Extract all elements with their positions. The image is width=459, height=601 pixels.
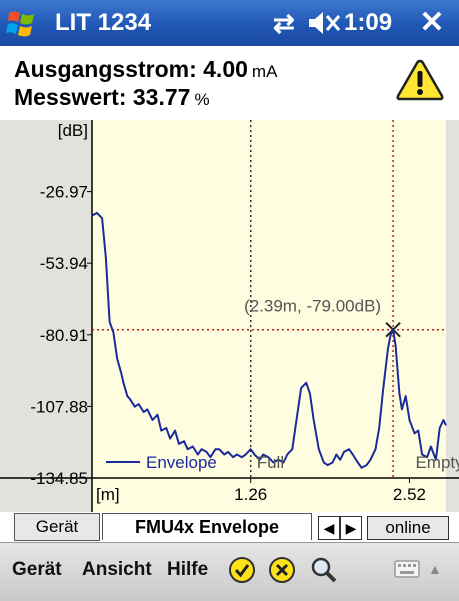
x-tick-label: 1.26 xyxy=(234,485,267,504)
measurement-header: Ausgangsstrom: 4.00 mA Messwert: 33.77% xyxy=(0,46,459,120)
output-current-line: Ausgangsstrom: 4.00 mA xyxy=(14,56,277,83)
measured-value-label: Messwert: 33.77 xyxy=(14,84,191,110)
close-button[interactable]: ✕ xyxy=(413,6,451,40)
menu-bar: Gerät Ansicht Hilfe ▲ xyxy=(0,542,459,601)
y-tick-label: -53.94 xyxy=(40,254,88,273)
ok-check-icon[interactable] xyxy=(228,556,256,584)
clock[interactable]: 1:09 xyxy=(344,9,392,37)
cursor-readout: (2.39m, -79.00dB) xyxy=(244,297,381,316)
empty-label: Empty xyxy=(415,453,459,472)
y-tick-label: -26.97 xyxy=(40,183,88,202)
envelope-chart-svg[interactable]: -26.97 -53.94 -80.91 -107.88 -134.85 [dB] 1.26… xyxy=(0,120,459,512)
x-axis-label: [m] xyxy=(96,485,120,504)
x-tick-label: 2.52 xyxy=(393,485,426,504)
cancel-x-icon[interactable] xyxy=(268,556,296,584)
y-tick-label: -134.85 xyxy=(30,469,88,488)
app-title: LIT 1234 xyxy=(55,9,152,36)
menu-geraet[interactable]: Gerät xyxy=(12,559,62,581)
y-tick-label: -80.91 xyxy=(40,326,88,345)
tab-fmu4x-envelope[interactable]: FMU4x Envelope xyxy=(102,513,312,540)
measured-value-line: Messwert: 33.77% xyxy=(14,84,210,111)
keyboard-icon[interactable] xyxy=(394,560,420,578)
output-current-unit: mA xyxy=(251,62,278,81)
title-bar: LIT 1234 ⇄ 1:09 ✕ xyxy=(0,0,459,46)
tab-prev-button[interactable]: ◀ xyxy=(318,516,340,540)
search-magnifier-icon[interactable] xyxy=(310,556,338,584)
menu-hilfe[interactable]: Hilfe xyxy=(167,559,208,581)
windows-start-icon[interactable] xyxy=(6,7,38,39)
keyboard-toggle-arrow-icon[interactable]: ▲ xyxy=(428,561,442,577)
online-button[interactable]: online xyxy=(367,516,449,540)
tab-geraet[interactable]: Gerät xyxy=(14,513,100,541)
output-current-label: Ausgangsstrom: 4.00 xyxy=(14,56,248,82)
speaker-mute-icon[interactable] xyxy=(307,10,341,36)
legend-envelope-label: Envelope xyxy=(146,453,217,472)
warning-icon[interactable] xyxy=(396,58,444,102)
measured-value-unit: % xyxy=(194,90,210,109)
y-tick-label: -107.88 xyxy=(30,397,88,416)
full-label: Full xyxy=(257,453,284,472)
tab-bar: Gerät FMU4x Envelope ◀ ▶ online xyxy=(0,512,459,542)
envelope-chart[interactable]: -26.97 -53.94 -80.91 -107.88 -134.85 [dB] 1.26… xyxy=(0,120,459,512)
tab-next-button[interactable]: ▶ xyxy=(340,516,362,540)
sync-icon[interactable]: ⇄ xyxy=(273,8,295,39)
y-axis-label: [dB] xyxy=(58,121,88,140)
menu-ansicht[interactable]: Ansicht xyxy=(82,559,152,581)
